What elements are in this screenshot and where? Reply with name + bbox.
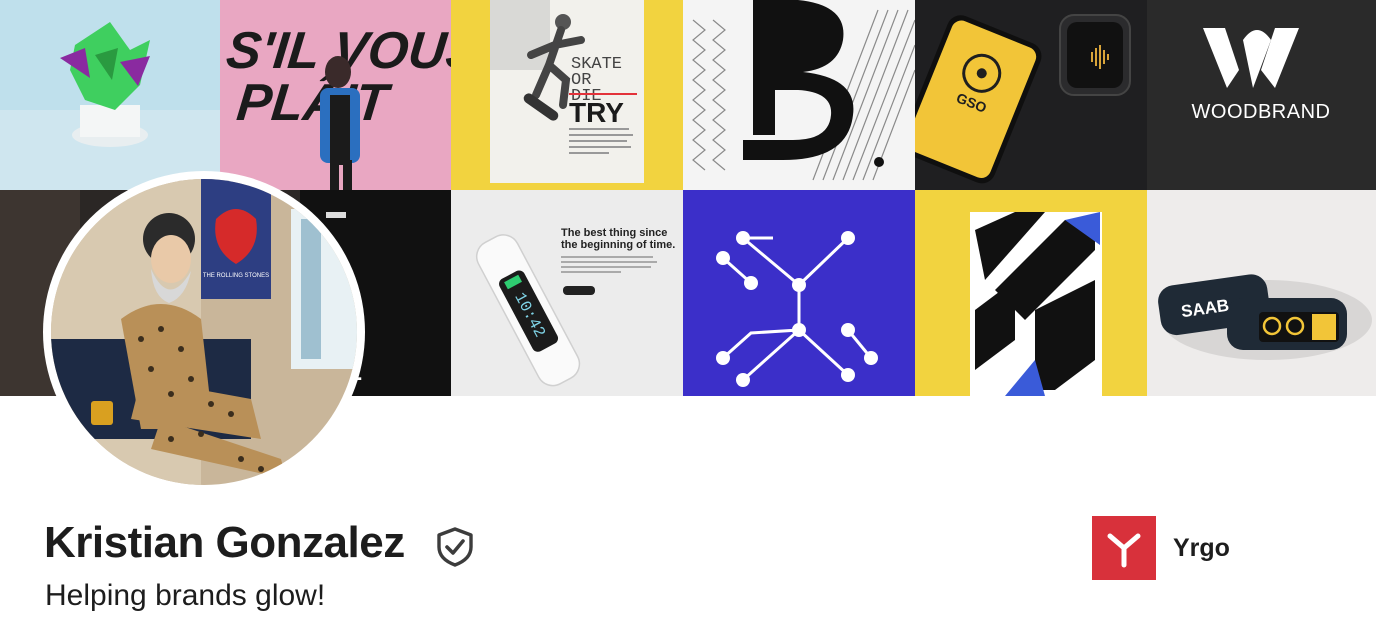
banner-tile-x-circuit xyxy=(683,190,915,396)
banner-tile-skate-poster: SKATE OR DIE TRY xyxy=(451,0,683,190)
banner-tile-gso-phone: GSO xyxy=(915,0,1147,190)
company-link[interactable]: Yrgo xyxy=(1092,516,1230,580)
banner-tile-saab-wearable: SAAB xyxy=(1147,190,1376,396)
profile-headline: Helping brands glow! xyxy=(45,579,326,612)
banner-tile-3d-sculpture xyxy=(0,0,220,190)
poster-text: THE ROLLING STONES xyxy=(203,273,269,279)
device-heading-2: the beginning of time. xyxy=(561,239,675,251)
company-name: Yrgo xyxy=(1173,533,1230,562)
device-heading-1: The best thing since xyxy=(561,227,667,239)
profile-name: Kristian Gonzalez xyxy=(44,518,405,567)
banner-tile-silvousplait: S'IL VOUS PLÂIT xyxy=(220,0,451,190)
skate-line4: TRY xyxy=(569,97,624,128)
silvousplait-line2: PLÂIT xyxy=(234,73,394,132)
company-logo xyxy=(1092,516,1156,580)
banner-tile-kn-poster xyxy=(915,190,1147,396)
banner-tile-device: The best thing since the beginning of ti… xyxy=(451,190,683,396)
woodbrand-label: WOODBRAND xyxy=(1192,101,1331,123)
banner-tile-letter-b xyxy=(683,0,915,190)
verified-shield-icon[interactable] xyxy=(436,527,474,567)
banner-tile-woodbrand: WOODBRAND xyxy=(1147,0,1376,190)
avatar[interactable]: THE ROLLING STONES xyxy=(51,179,357,485)
